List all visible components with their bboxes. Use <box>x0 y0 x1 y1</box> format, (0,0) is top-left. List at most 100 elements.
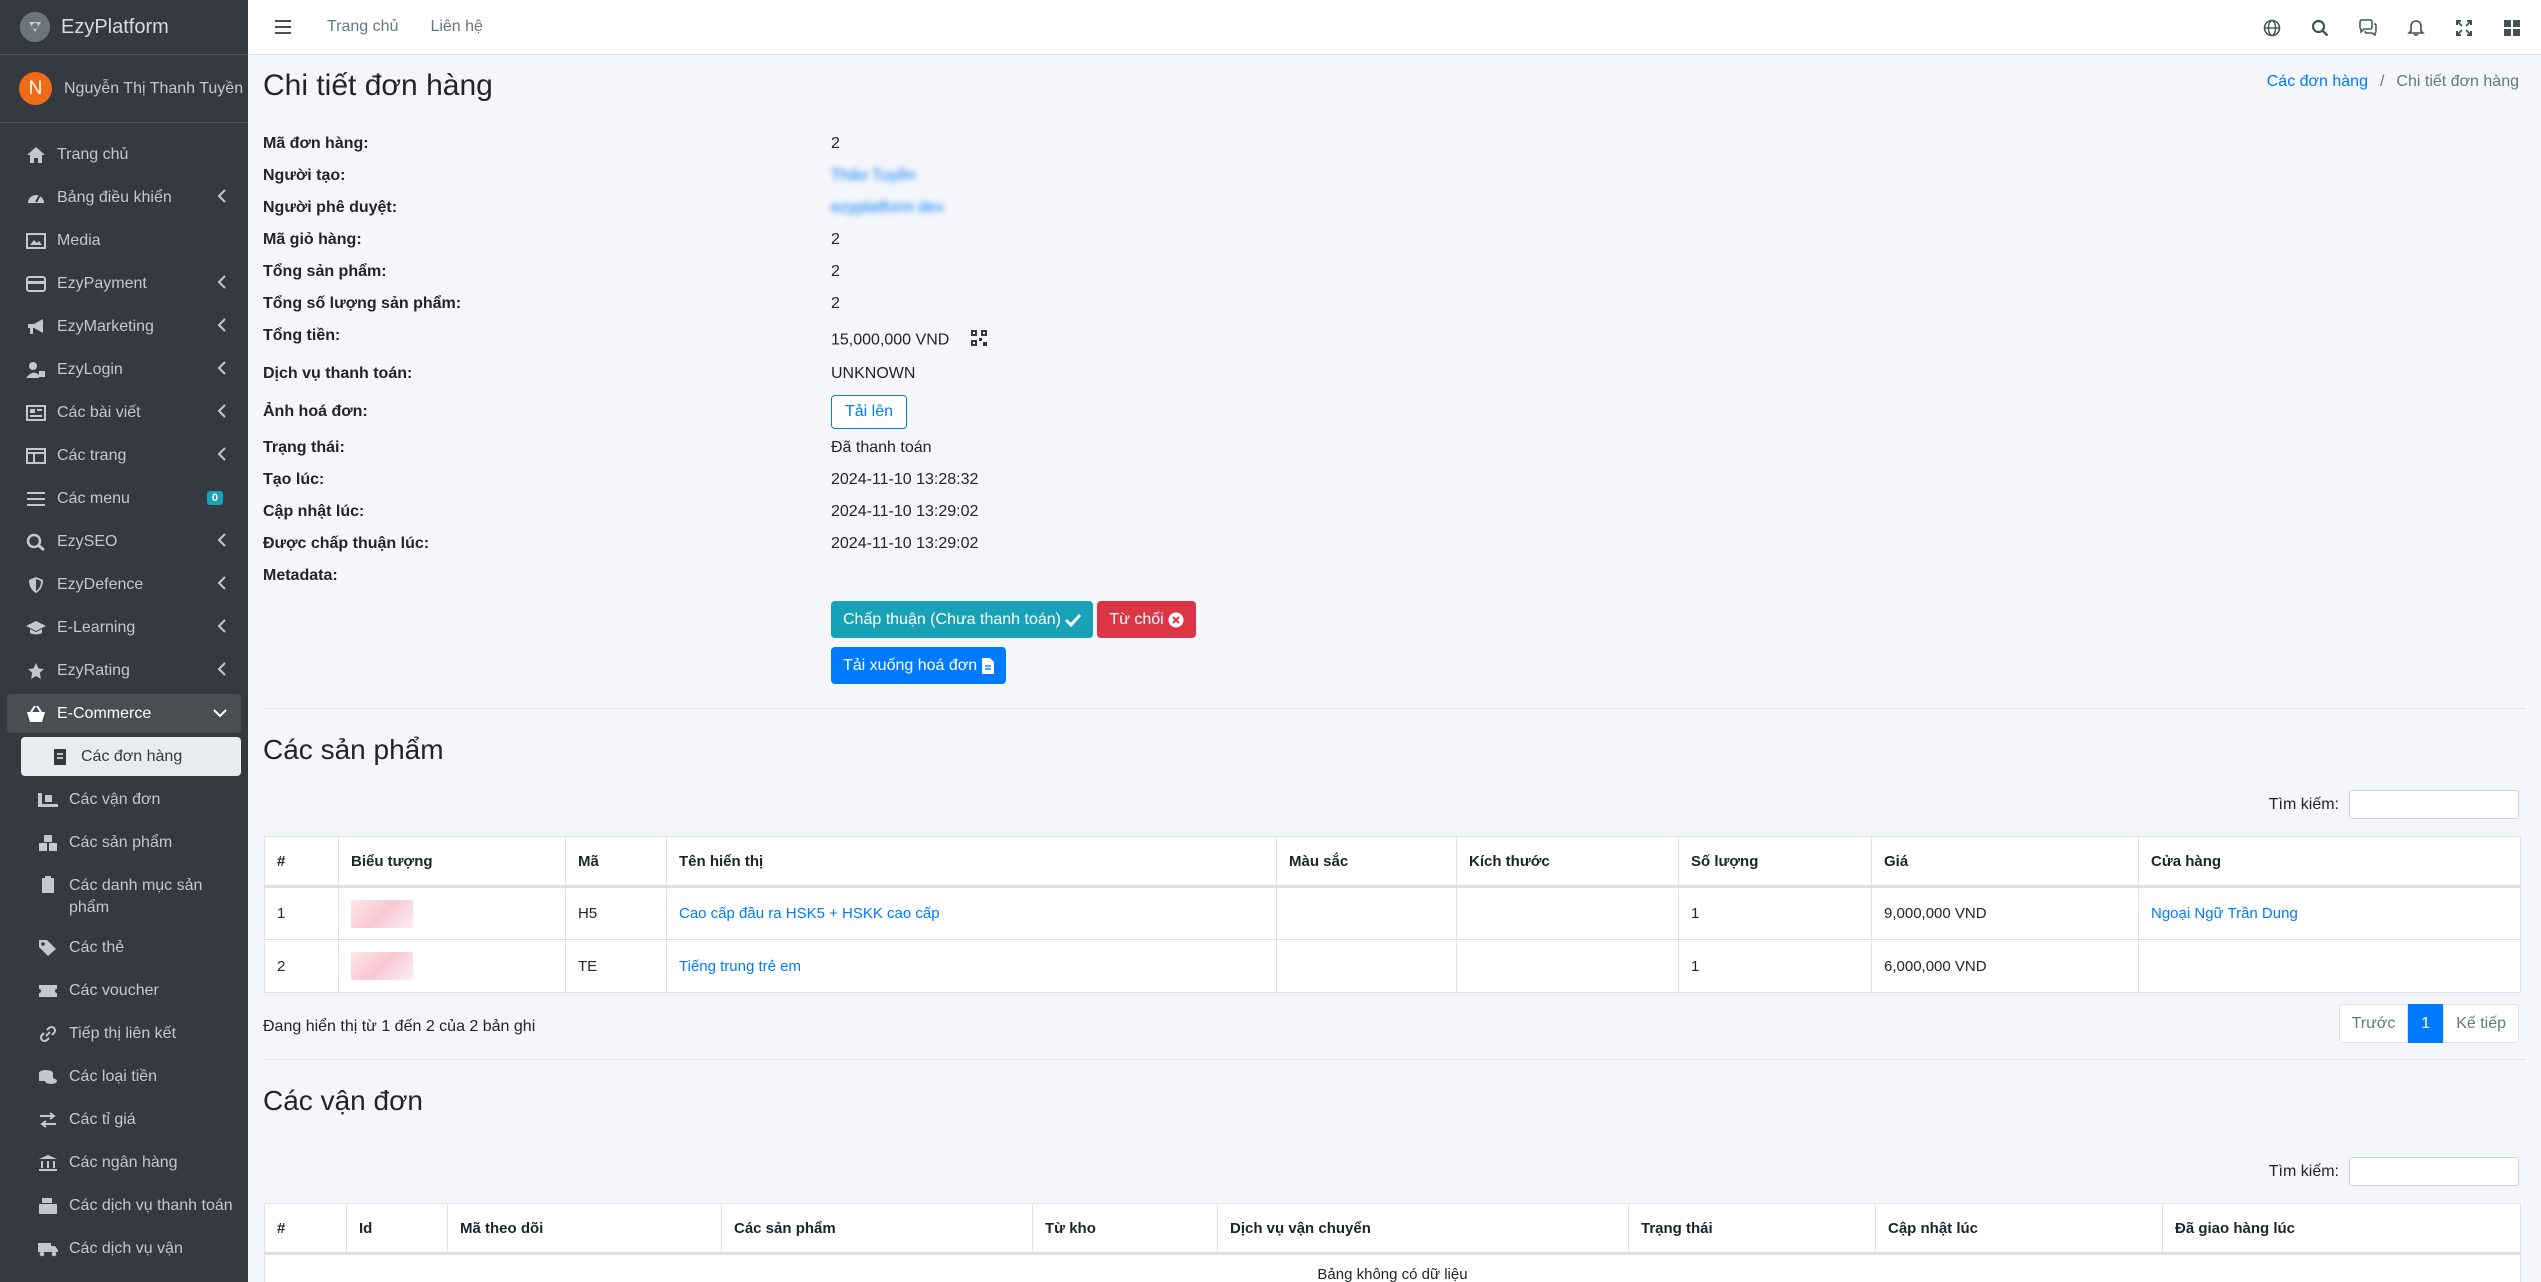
sidebar-item-label: Tiếp thị liên kết <box>69 1024 177 1042</box>
pagination-prev-button[interactable]: Trước <box>2338 1004 2409 1043</box>
column-header[interactable]: Trạng thái <box>1628 1203 1876 1255</box>
sidebar-item-tags[interactable]: Các thẻ <box>7 928 241 967</box>
detail-label: Người tạo: <box>263 167 346 184</box>
column-header[interactable]: Id <box>346 1203 448 1255</box>
sidebar-item-affiliate[interactable]: Tiếp thị liên kết <box>7 1014 241 1053</box>
topnav-contact-link[interactable]: Liên hệ <box>430 18 483 36</box>
sidebar-item-ezylogin[interactable]: EzyLogin <box>7 350 241 389</box>
menu-toggle-icon[interactable] <box>271 15 295 39</box>
approver-link[interactable]: ezyplatform dev <box>831 199 944 217</box>
chevron-left-icon <box>217 361 227 380</box>
sidebar-item-ecommerce[interactable]: E-Commerce <box>7 694 241 733</box>
grid-apps-icon[interactable] <box>2501 17 2523 39</box>
product-name-cell: Tiếng trung trẻ em <box>666 939 1277 993</box>
expand-icon[interactable] <box>2453 17 2475 39</box>
product-thumbnail <box>338 886 566 940</box>
sidebar-item-menus[interactable]: Các menu 0 <box>7 479 241 518</box>
approve-button[interactable]: Chấp thuận (Chưa thanh toán) <box>831 601 1094 638</box>
sidebar-item-products[interactable]: Các sản phẩm <box>7 823 241 862</box>
sidebar-item-elearning[interactable]: E-Learning <box>7 608 241 647</box>
column-header[interactable]: Số lượng <box>1678 836 1872 888</box>
sidebar-item-orders[interactable]: Các đơn hàng <box>21 737 241 776</box>
total-amount-text: 15,000,000 VND <box>831 331 950 349</box>
qrcode-icon[interactable] <box>971 330 988 351</box>
sidebar-item-exchange-rates[interactable]: Các tỉ giá <box>7 1100 241 1139</box>
pagination-next-button[interactable]: Kế tiếp <box>2443 1004 2519 1043</box>
globe-icon[interactable] <box>2261 17 2283 39</box>
product-image[interactable] <box>351 952 413 980</box>
sidebar-item-shipments[interactable]: Các vận đơn <box>7 780 241 819</box>
column-header[interactable]: Mã theo dõi <box>447 1203 722 1255</box>
shipments-search-input[interactable] <box>2349 1157 2519 1186</box>
column-header[interactable]: Mã <box>565 836 667 888</box>
column-header[interactable]: Kích thước <box>1456 836 1679 888</box>
detail-row: Tổng tiền: 15,000,000 VND <box>263 321 1763 359</box>
shield-icon <box>25 575 47 595</box>
basket-icon <box>25 704 47 724</box>
column-header[interactable]: Cập nhật lúc <box>1875 1203 2163 1255</box>
total-quantity-value: 2 <box>831 295 840 312</box>
sidebar-item-ezydefence[interactable]: EzyDefence <box>7 565 241 604</box>
sidebar-item-home[interactable]: Trang chủ <box>7 135 241 174</box>
product-color <box>1276 886 1457 940</box>
column-header[interactable]: Cửa hàng <box>2138 836 2521 888</box>
product-color <box>1276 939 1457 993</box>
reject-button[interactable]: Từ chối <box>1097 601 1197 638</box>
download-invoice-button[interactable]: Tải xuống hoá đơn <box>831 647 1006 684</box>
products-search-input[interactable] <box>2349 790 2519 819</box>
product-name-link[interactable]: Cao cấp đầu ra HSK5 + HSKK cao cấp <box>679 905 940 922</box>
column-header[interactable]: # <box>264 1203 347 1255</box>
column-header[interactable]: Tên hiển thị <box>666 836 1277 888</box>
updated-at-value: 2024-11-10 13:29:02 <box>831 503 979 520</box>
sidebar-item-pages[interactable]: Các trang <box>7 436 241 475</box>
column-header[interactable]: # <box>264 836 339 888</box>
brand-logo-icon <box>20 12 50 42</box>
sidebar-item-media[interactable]: Media <box>7 221 241 260</box>
pagination-page-button[interactable]: 1 <box>2408 1004 2444 1043</box>
column-header[interactable]: Từ kho <box>1032 1203 1218 1255</box>
brand-name: EzyPlatform <box>61 15 169 38</box>
store-link[interactable]: Ngoại Ngữ Trần Dung <box>2151 905 2298 922</box>
sidebar-item-product-categories[interactable]: Các danh mục sản phẩm <box>7 866 241 924</box>
graduation-cap-icon <box>25 618 47 638</box>
column-header[interactable]: Các sản phẩm <box>721 1203 1033 1255</box>
sidebar-item-vouchers[interactable]: Các voucher <box>7 971 241 1010</box>
detail-row: Người tạo: Thảo Tuyền <box>263 161 1763 193</box>
product-image[interactable] <box>351 899 413 928</box>
sidebar-item-posts[interactable]: Các bài viết <box>7 393 241 432</box>
sidebar-item-payment-services[interactable]: Các dịch vụ thanh toán <box>7 1186 241 1225</box>
sidebar-item-dashboard[interactable]: Bảng điều khiển <box>7 178 241 217</box>
sidebar-item-currencies[interactable]: Các loại tiền <box>7 1057 241 1096</box>
sidebar-item-ezypayment[interactable]: EzyPayment <box>7 264 241 303</box>
column-header[interactable]: Dịch vụ vận chuyển <box>1217 1203 1629 1255</box>
sidebar-item-banks[interactable]: Các ngân hàng <box>7 1143 241 1182</box>
brand[interactable]: EzyPlatform <box>0 0 248 55</box>
upload-invoice-button[interactable]: Tải lên <box>831 395 908 429</box>
sidebar-item-label: Các thẻ <box>69 938 125 956</box>
tags-icon <box>37 938 59 958</box>
search-icon[interactable] <box>2309 17 2331 39</box>
sidebar-item-label: Trang chủ <box>57 145 129 163</box>
detail-label: Dịch vụ thanh toán: <box>263 365 413 382</box>
chevron-down-icon <box>213 705 227 723</box>
sidebar-item-ezyseo[interactable]: EzySEO <box>7 522 241 561</box>
product-quantity: 1 <box>1678 939 1872 993</box>
bell-icon[interactable] <box>2405 17 2427 39</box>
column-header[interactable]: Giá <box>1871 836 2139 888</box>
user-panel[interactable]: N Nguyễn Thị Thanh Tuyền <box>0 55 248 123</box>
sidebar-item-ezymarketing[interactable]: EzyMarketing <box>7 307 241 346</box>
sidebar-item-ezyrating[interactable]: EzyRating <box>7 651 241 690</box>
bank-icon <box>37 1153 59 1173</box>
product-name-link[interactable]: Tiếng trung trẻ em <box>679 958 801 975</box>
sidebar-item-shipping-services[interactable]: Các dịch vụ vận <box>7 1229 241 1268</box>
column-header[interactable]: Màu sắc <box>1276 836 1457 888</box>
creator-link[interactable]: Thảo Tuyền <box>831 167 916 185</box>
user-lock-icon <box>25 360 47 380</box>
column-header[interactable]: Đã giao hàng lúc <box>2162 1203 2521 1255</box>
comments-icon[interactable] <box>2357 17 2379 39</box>
sidebar-item-label: Media <box>57 231 101 249</box>
column-header[interactable]: Biểu tượng <box>338 836 566 888</box>
topnav-home-link[interactable]: Trang chủ <box>327 18 398 36</box>
approved-at-value: 2024-11-10 13:29:02 <box>831 535 979 552</box>
breadcrumb-orders-link[interactable]: Các đơn hàng <box>2267 73 2368 90</box>
